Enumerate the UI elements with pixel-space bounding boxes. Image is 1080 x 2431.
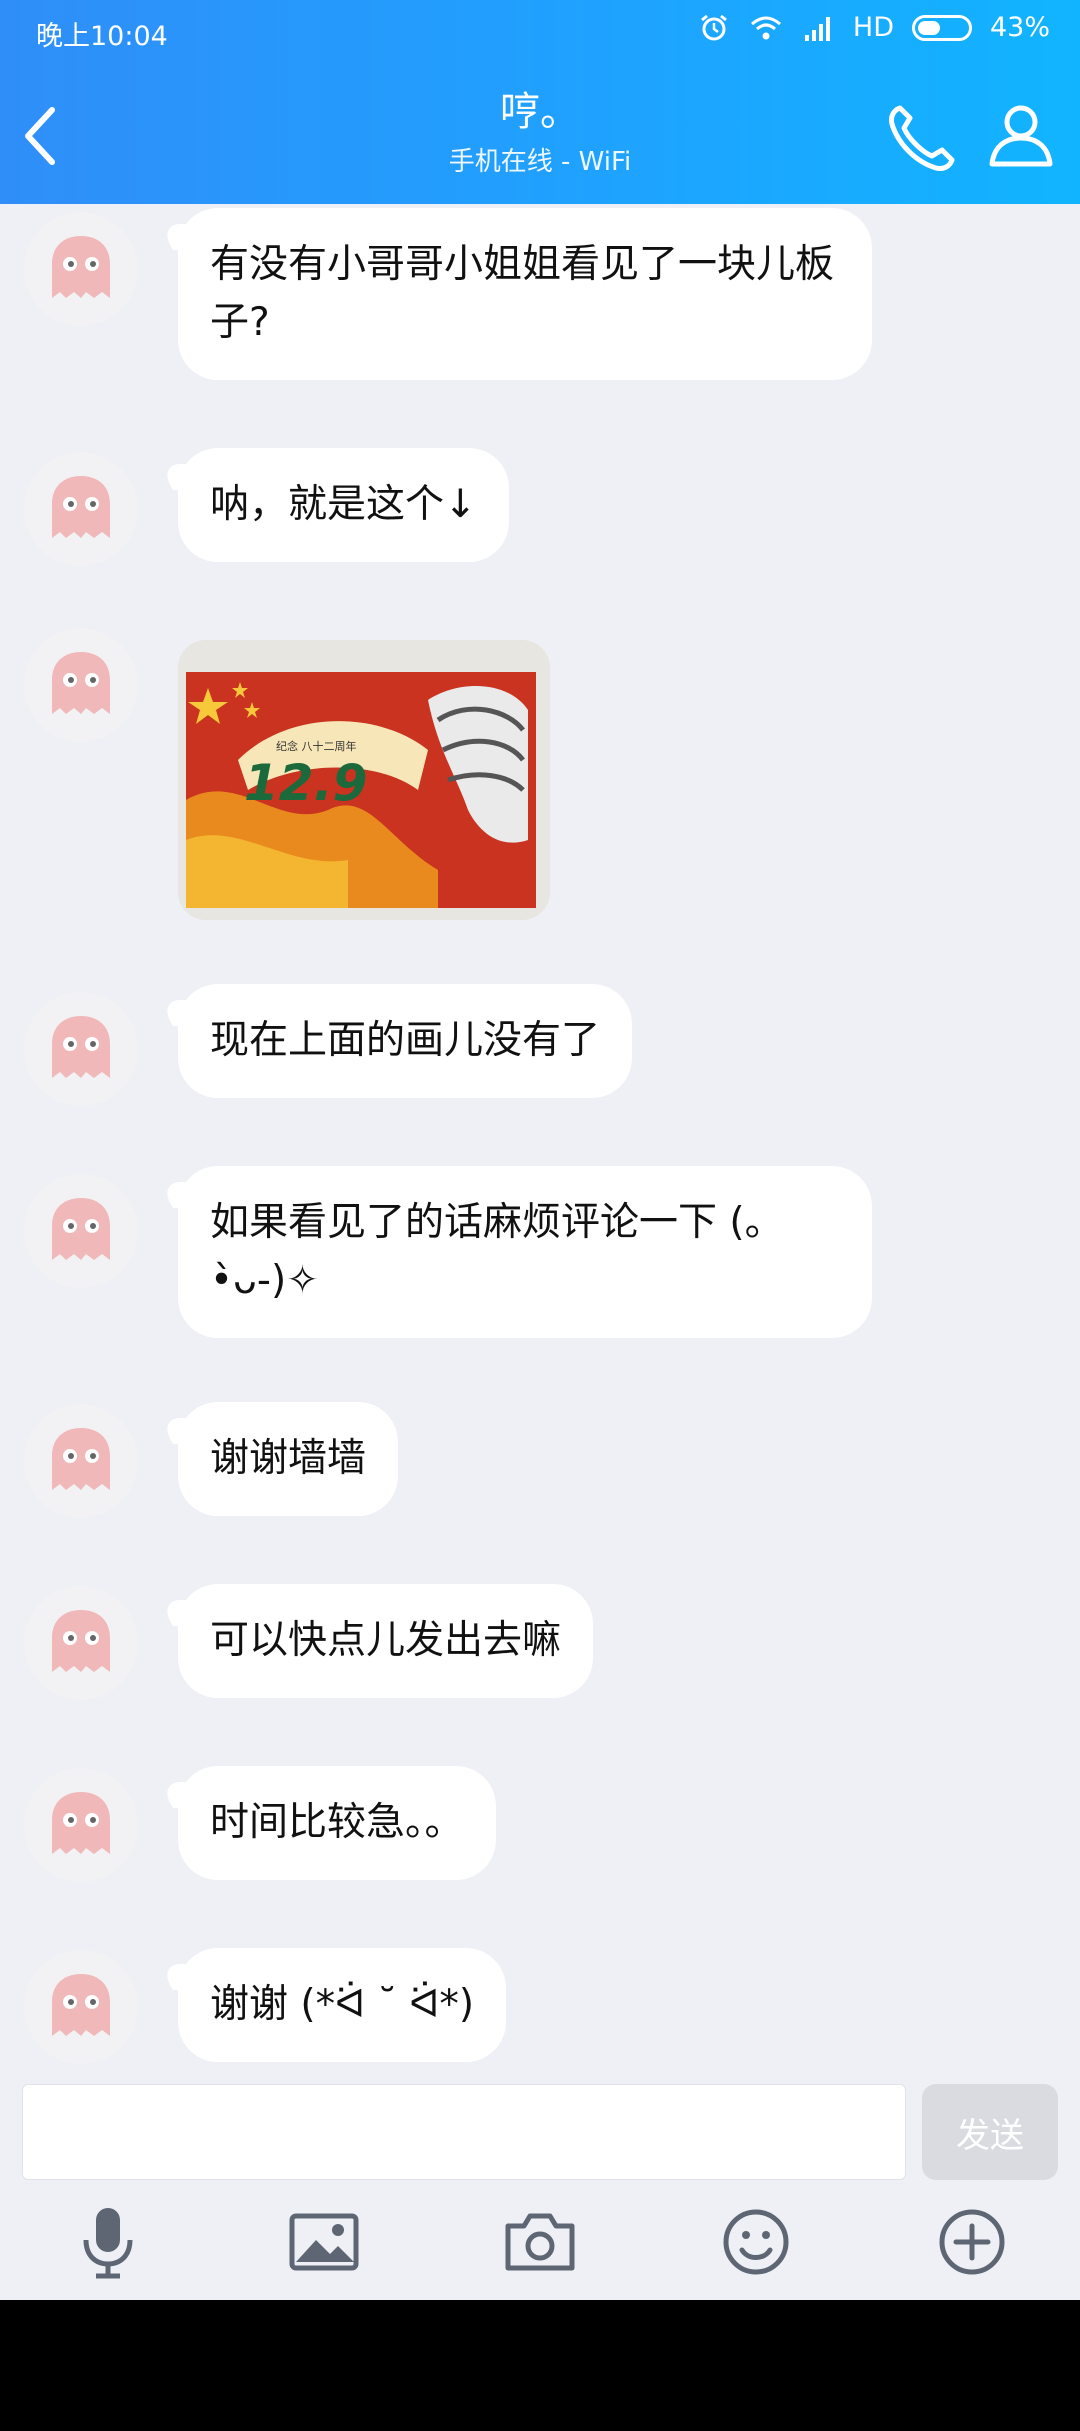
wifi-icon: [750, 16, 781, 39]
person-icon[interactable]: [986, 100, 1056, 170]
camera-icon[interactable]: [500, 2202, 580, 2282]
avatar[interactable]: [24, 1768, 138, 1882]
message-bubble[interactable]: 谢谢 (*ᐛ ˘ ᐛ*): [178, 1948, 507, 2062]
avatar[interactable]: [24, 628, 138, 742]
send-button[interactable]: 发送: [922, 2084, 1058, 2180]
message-bubble[interactable]: 谢谢墙墙: [178, 1402, 399, 1516]
battery-icon: [911, 14, 972, 41]
avatar[interactable]: [24, 452, 138, 566]
input-bar: 发送: [0, 2080, 1080, 2184]
message-input[interactable]: [22, 2084, 906, 2180]
avatar[interactable]: [24, 212, 138, 326]
status-icons: HD 43%: [697, 12, 1050, 43]
message-bubble[interactable]: 时间比较急。。: [178, 1766, 496, 1880]
message-list[interactable]: 有没有小哥哥小姐姐看见了一块儿板子? 呐，就是这个↓ 纪念 八十二周年 12.9…: [0, 204, 1080, 2080]
image-caption: 12.9: [244, 754, 367, 812]
avatar[interactable]: [24, 1404, 138, 1518]
message-image[interactable]: 纪念 八十二周年 12.9: [178, 640, 550, 920]
avatar[interactable]: [24, 992, 138, 1106]
phone-icon[interactable]: [884, 100, 960, 176]
message-bubble[interactable]: 有没有小哥哥小姐姐看见了一块儿板子?: [178, 208, 872, 380]
signal-icon: [804, 16, 830, 41]
message-bubble[interactable]: 可以快点儿发出去嘛: [178, 1584, 594, 1698]
message-bubble[interactable]: 呐，就是这个↓: [178, 448, 509, 562]
microphone-icon[interactable]: [68, 2202, 148, 2282]
image-icon[interactable]: [284, 2202, 364, 2282]
plus-icon[interactable]: [932, 2202, 1012, 2282]
emoji-icon[interactable]: [716, 2202, 796, 2282]
avatar[interactable]: [24, 1950, 138, 2064]
status-time: 晚上10:04: [36, 21, 168, 52]
avatar[interactable]: [24, 1174, 138, 1288]
avatar[interactable]: [24, 1586, 138, 1700]
message-bubble[interactable]: 如果看见了的话麻烦评论一下 (。•̀ᴗ-)✧: [178, 1166, 872, 1338]
system-navigation-bar: [0, 2300, 1080, 2431]
chat-header: 晚上10:04 HD 43% 哼。 手机在线 - WiFi: [0, 0, 1080, 204]
image-small-text: 纪念 八十二周年: [276, 739, 357, 753]
alarm-icon: [700, 14, 727, 40]
battery-percent: 43%: [989, 12, 1050, 43]
message-bubble[interactable]: 现在上面的画儿没有了: [178, 984, 633, 1098]
chat-toolbar: [0, 2190, 1080, 2300]
network-label: HD: [852, 12, 894, 43]
